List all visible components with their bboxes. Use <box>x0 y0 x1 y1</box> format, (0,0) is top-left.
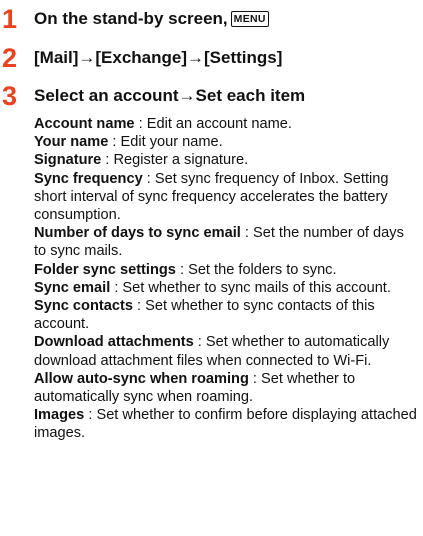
item-term: Download attachments <box>34 334 194 351</box>
settings-item: Number of days to sync email : Set the n… <box>34 224 419 260</box>
item-term: Allow auto-sync when roaming <box>34 370 249 387</box>
settings-item: Sync contacts : Set whether to sync cont… <box>34 297 419 333</box>
item-term: Images <box>34 407 85 424</box>
settings-item-list: Account name : Edit an account name. You… <box>34 115 419 443</box>
step-number: 3 <box>2 81 18 111</box>
settings-item: Account name : Edit an account name. <box>34 115 419 133</box>
step-text: [Mail]→[Exchange]→[Settings] <box>34 48 283 67</box>
settings-item: Signature : Register a signature. <box>34 151 419 169</box>
item-description: : Edit your name. <box>108 134 223 151</box>
settings-item: Allow auto-sync when roaming : Set wheth… <box>34 370 419 406</box>
item-term: Sync contacts <box>34 298 133 315</box>
settings-item: Download attachments : Set whether to au… <box>34 333 419 369</box>
item-term: Folder sync settings <box>34 261 176 278</box>
item-description: : Register a signature. <box>101 152 249 169</box>
item-term: Number of days to sync email <box>34 225 241 242</box>
item-term: Sync frequency <box>34 170 143 187</box>
step-text: On the stand-by screen, MENU <box>34 8 269 30</box>
settings-item: Sync email : Set whether to sync mails o… <box>34 279 419 297</box>
item-description: : Set whether to confirm before displayi… <box>34 407 417 442</box>
item-description: : Edit an account name. <box>134 116 292 132</box>
settings-item: Sync frequency : Set sync frequency of I… <box>34 170 419 225</box>
item-term: Your name <box>34 134 109 151</box>
settings-item: Your name : Edit your name. <box>34 133 419 151</box>
item-description: : Set whether to sync mails of this acco… <box>110 279 391 296</box>
step-number: 1 <box>2 4 18 34</box>
settings-item: Images : Set whether to confirm before d… <box>34 406 419 442</box>
step-number: 2 <box>2 43 18 73</box>
step-instruction: On the stand-by screen, <box>34 9 228 28</box>
item-term: Sync email <box>34 279 111 296</box>
item-term: Account name <box>34 116 135 132</box>
step-text: Select an account→Set each item <box>34 86 306 105</box>
settings-item: Folder sync settings : Set the folders t… <box>34 261 419 279</box>
item-description: : Set the folders to sync. <box>175 261 337 278</box>
menu-key-icon: MENU <box>230 11 269 27</box>
item-term: Signature <box>34 152 102 169</box>
